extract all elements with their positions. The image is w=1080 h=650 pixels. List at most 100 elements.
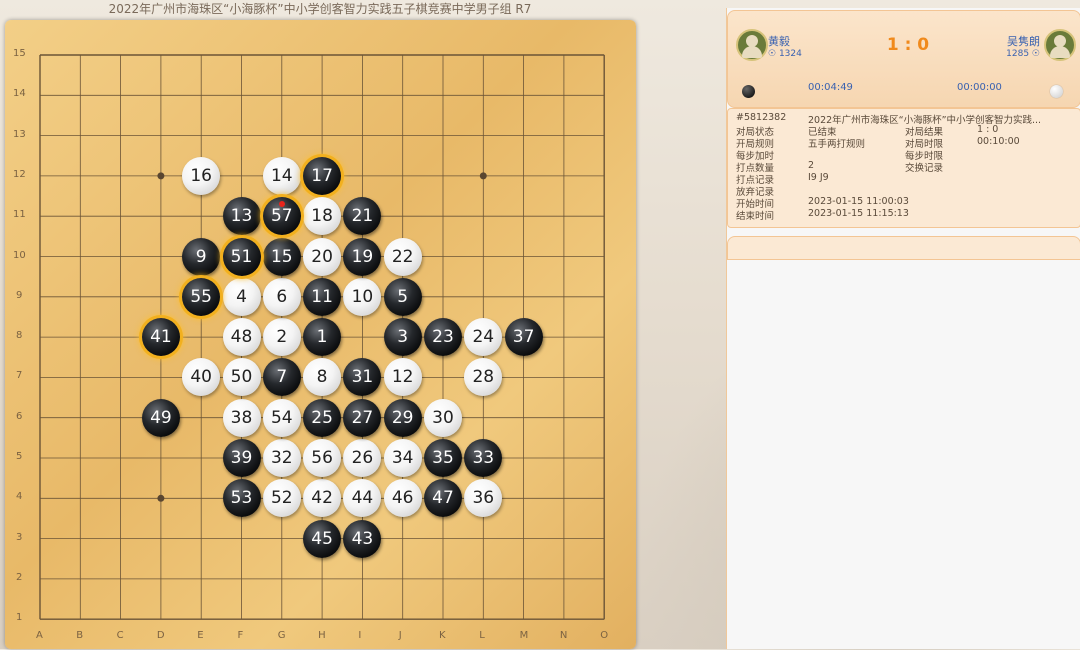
white-stone[interactable]: 48 (222, 318, 261, 357)
black-stone[interactable]: 45 (303, 519, 342, 558)
row-label: 8 (16, 330, 23, 342)
star-point (157, 494, 165, 502)
white-stone[interactable]: 14 (262, 156, 301, 195)
white-stone[interactable]: 20 (303, 237, 342, 276)
white-stone[interactable]: 16 (182, 156, 221, 195)
move-list-panel (727, 236, 1080, 260)
column-label: A (36, 630, 43, 642)
column-label: H (318, 630, 326, 642)
gomoku-board[interactable]: A B C D E F G H I J K L M N O 15 14 13 12 11 10 9 8 7 6 5 4 3 2 1 1 2 3 4… (5, 20, 636, 649)
black-stone[interactable]: 9 (182, 237, 221, 276)
white-stone[interactable]: 52 (262, 479, 301, 518)
black-timer: 00:04:49 (808, 82, 853, 93)
black-stone[interactable]: 35 (424, 439, 462, 477)
black-player-name[interactable]: 黄毅 (768, 33, 790, 49)
row-label: 3 (16, 531, 23, 543)
black-player-avatar[interactable] (736, 29, 768, 61)
column-label: E (197, 630, 204, 642)
column-label: K (439, 630, 446, 642)
black-stone[interactable]: 39 (222, 439, 261, 477)
white-stone[interactable]: 56 (303, 439, 342, 477)
column-label: G (277, 630, 286, 642)
row-label: 5 (16, 451, 23, 462)
white-player-avatar[interactable] (1044, 29, 1076, 61)
black-stone[interactable]: 55 (182, 277, 221, 316)
white-player-rating: 1285 ☉ (1006, 49, 1040, 59)
white-stone-icon (1050, 85, 1063, 98)
players-header: 黄毅 ☉ 1324 1 : 0 吴隽朗 1285 ☉ 00:04:49 00:0… (727, 10, 1080, 108)
black-stone[interactable]: 23 (424, 318, 462, 357)
black-player-rating: ☉ 1324 (768, 49, 802, 59)
column-label: D (156, 630, 165, 642)
row-label: 14 (13, 88, 26, 100)
row-label: 1 (16, 612, 23, 624)
column-label: N (559, 630, 568, 642)
column-label: J (398, 630, 402, 642)
black-stone[interactable]: 7 (262, 358, 301, 397)
white-player-name[interactable]: 吴隽朗 (1007, 33, 1040, 49)
white-stone[interactable]: 12 (383, 358, 422, 397)
star-point (479, 172, 487, 180)
row-label: 6 (16, 410, 23, 422)
white-stone[interactable]: 6 (262, 277, 301, 316)
white-stone[interactable]: 30 (424, 398, 462, 437)
limit-value: 00:10:00 (977, 136, 1020, 147)
black-stone[interactable]: 1 (303, 318, 342, 357)
row-label: 13 (13, 128, 26, 140)
black-stone[interactable]: 17 (303, 156, 342, 195)
black-stone[interactable]: 27 (343, 398, 382, 437)
black-stone[interactable]: 29 (383, 398, 422, 437)
last-move-marker (278, 201, 285, 208)
game-title: 2022年广州市海珠区“小海豚杯”中小学创客智力实践五子棋竞赛中学男子组 R7 (108, 2, 532, 16)
white-stone[interactable]: 54 (262, 398, 301, 437)
column-label: M (519, 630, 529, 642)
row-label: 15 (13, 48, 26, 59)
game-info-panel: #5812382 2022年广州市海珠区“小海豚杯”中小学创客智力实践... 对… (727, 108, 1080, 228)
row-label: 12 (13, 168, 26, 180)
white-stone[interactable]: 22 (383, 237, 422, 276)
game-id: #5812382 (736, 112, 787, 123)
black-stone[interactable]: 15 (262, 237, 301, 276)
column-label: B (76, 630, 84, 642)
column-label: I (358, 630, 362, 642)
column-label: C (116, 630, 124, 642)
white-stone[interactable]: 32 (262, 439, 301, 477)
black-stone[interactable]: 19 (343, 237, 382, 276)
black-stone[interactable]: 13 (222, 197, 261, 236)
white-stone[interactable]: 46 (383, 479, 422, 518)
black-stone[interactable]: 5 (383, 277, 422, 316)
black-stone[interactable]: 41 (141, 318, 180, 357)
match-score: 1 : 0 (886, 35, 930, 55)
black-stone[interactable]: 49 (141, 398, 180, 437)
black-stone-icon (742, 85, 755, 98)
white-timer: 00:00:00 (957, 82, 1002, 93)
row-label: 2 (16, 571, 23, 583)
end-value: 2023-01-15 11:15:13 (808, 208, 909, 219)
black-stone[interactable]: 53 (222, 479, 261, 518)
row-label: 10 (13, 249, 26, 261)
star-point (157, 172, 165, 180)
swap-label: 交换记录 (905, 163, 944, 174)
row-label: 4 (16, 491, 23, 503)
opening-value: 五手两打规则 (808, 139, 866, 150)
row-label: 9 (16, 289, 23, 301)
black-stone[interactable]: 51 (222, 237, 261, 276)
column-label: O (600, 630, 609, 642)
white-stone[interactable]: 10 (343, 277, 382, 316)
column-label: L (479, 630, 485, 642)
black-stone[interactable]: 37 (504, 318, 543, 357)
white-stone[interactable]: 38 (222, 398, 261, 437)
white-stone[interactable]: 50 (222, 358, 261, 397)
row-label: 7 (16, 370, 23, 382)
result-value: 1 : 0 (977, 124, 999, 135)
black-stone[interactable]: 11 (303, 277, 342, 316)
start-value: 2023-01-15 11:00:03 (808, 196, 909, 207)
black-stone[interactable]: 3 (383, 318, 422, 357)
black-stone[interactable]: 43 (343, 519, 382, 558)
white-stone[interactable]: 2 (262, 318, 301, 357)
row-label: 11 (13, 209, 26, 221)
white-stone[interactable]: 34 (383, 439, 422, 477)
count-value: 2 (808, 160, 815, 171)
white-stone[interactable]: 4 (222, 277, 261, 316)
black-stone[interactable]: 25 (303, 398, 342, 437)
